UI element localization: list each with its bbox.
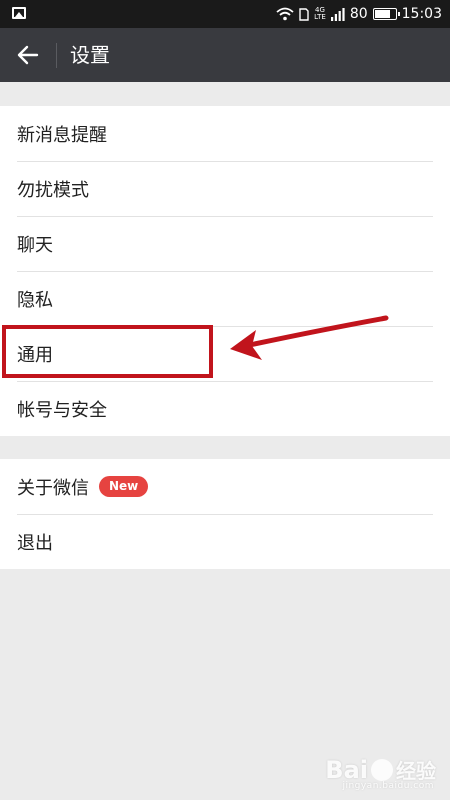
settings-item-label: 勿扰模式	[17, 179, 89, 201]
settings-group-about: 关于微信 New 退出	[0, 459, 450, 569]
settings-item-logout[interactable]: 退出	[0, 514, 450, 569]
watermark-brand-tail: 经验	[396, 759, 436, 783]
back-arrow-icon	[17, 45, 39, 65]
settings-item-label: 帐号与安全	[17, 399, 107, 421]
settings-item-chat[interactable]: 聊天	[0, 216, 450, 271]
settings-item-label: 隐私	[17, 289, 53, 311]
app-bar-divider	[56, 43, 57, 68]
settings-item-new-message-notification[interactable]: 新消息提醒	[0, 106, 450, 161]
status-bar: 4G LTE 80 15:03	[0, 0, 450, 28]
settings-item-privacy[interactable]: 隐私	[0, 271, 450, 326]
image-notification-icon	[12, 7, 26, 19]
watermark-brand: Bai	[325, 755, 368, 784]
watermark: Bai 经验 jingyan.baidu.com	[325, 755, 436, 792]
page-title: 设置	[70, 43, 110, 67]
sim-card-icon	[299, 7, 309, 21]
battery-icon	[372, 8, 400, 20]
app-bar: 设置	[0, 28, 450, 82]
watermark-url: jingyan.baidu.com	[342, 781, 434, 791]
settings-item-label: 新消息提醒	[17, 124, 107, 146]
wifi-icon	[276, 7, 294, 21]
new-badge: New	[99, 476, 149, 497]
battery-percent: 80	[349, 6, 368, 22]
settings-item-label: 退出	[17, 532, 53, 554]
settings-item-label: 通用	[17, 344, 53, 366]
settings-item-do-not-disturb[interactable]: 勿扰模式	[0, 161, 450, 216]
network-type: 4G LTE	[314, 7, 326, 21]
settings-item-general[interactable]: 通用	[0, 326, 450, 381]
signal-icon	[330, 7, 345, 21]
settings-item-about-wechat[interactable]: 关于微信 New	[0, 459, 450, 514]
settings-item-label: 关于微信	[17, 477, 89, 499]
settings-item-account-security[interactable]: 帐号与安全	[0, 381, 450, 436]
baidu-paw-icon	[371, 758, 393, 781]
clock: 15:03	[401, 6, 442, 22]
settings-item-label: 聊天	[17, 234, 53, 256]
network-sub-label: LTE	[314, 13, 326, 21]
back-button[interactable]	[8, 35, 48, 75]
settings-group-main: 新消息提醒 勿扰模式 聊天 隐私 通用 帐号与安全	[0, 106, 450, 436]
status-indicators: 4G LTE 80 15:03	[276, 0, 442, 28]
